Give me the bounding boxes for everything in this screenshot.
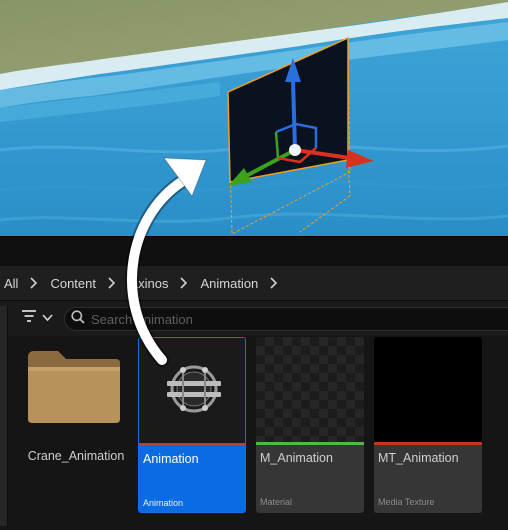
folder-icon: [26, 349, 122, 430]
breadcrumb-item-content[interactable]: Content: [46, 276, 100, 291]
chevron-right-icon: [22, 277, 46, 289]
asset-name: Crane_Animation: [27, 449, 125, 463]
search-field[interactable]: [64, 307, 508, 331]
chevron-right-icon: [100, 277, 124, 289]
filter-button[interactable]: [20, 306, 58, 330]
filter-icon: [20, 309, 38, 328]
asset-name: Animation: [143, 452, 199, 466]
asset-tile-m-animation[interactable]: M_Animation Material: [256, 337, 364, 513]
level-sequence-icon: [167, 364, 221, 419]
breadcrumb: All Content laxinos Animation: [0, 266, 508, 300]
panel-divider: [0, 236, 508, 266]
sources-panel-edge[interactable]: [0, 306, 8, 526]
breadcrumb-item-all[interactable]: All: [0, 276, 22, 291]
search-input[interactable]: [91, 311, 471, 327]
asset-info: Animation Animation: [139, 446, 245, 512]
asset-tile-mt-animation[interactable]: MT_Animation Media Texture: [374, 337, 482, 513]
search-icon: [71, 309, 85, 329]
asset-name: M_Animation: [260, 451, 333, 465]
asset-type: Animation: [143, 498, 184, 508]
breadcrumb-item-animation[interactable]: Animation: [196, 276, 262, 291]
asset-thumbnail: [256, 337, 364, 443]
asset-thumbnail: [139, 338, 245, 444]
chevron-right-icon: [172, 277, 196, 289]
asset-tile-animation[interactable]: Animation Animation: [138, 337, 246, 513]
asset-type: Media Texture: [378, 497, 435, 507]
level-viewport[interactable]: [0, 0, 508, 236]
asset-info: M_Animation Material: [256, 445, 364, 513]
folder-tile-crane-animation[interactable]: Crane_Animation: [20, 337, 128, 513]
chevron-right-icon[interactable]: [262, 277, 286, 289]
asset-type: Material: [260, 497, 293, 507]
asset-info: MT_Animation Media Texture: [374, 445, 482, 513]
asset-name: MT_Animation: [378, 451, 459, 465]
chevron-down-icon: [42, 309, 53, 327]
breadcrumb-item-laxinos[interactable]: laxinos: [124, 276, 172, 291]
asset-thumbnail: [374, 337, 482, 443]
